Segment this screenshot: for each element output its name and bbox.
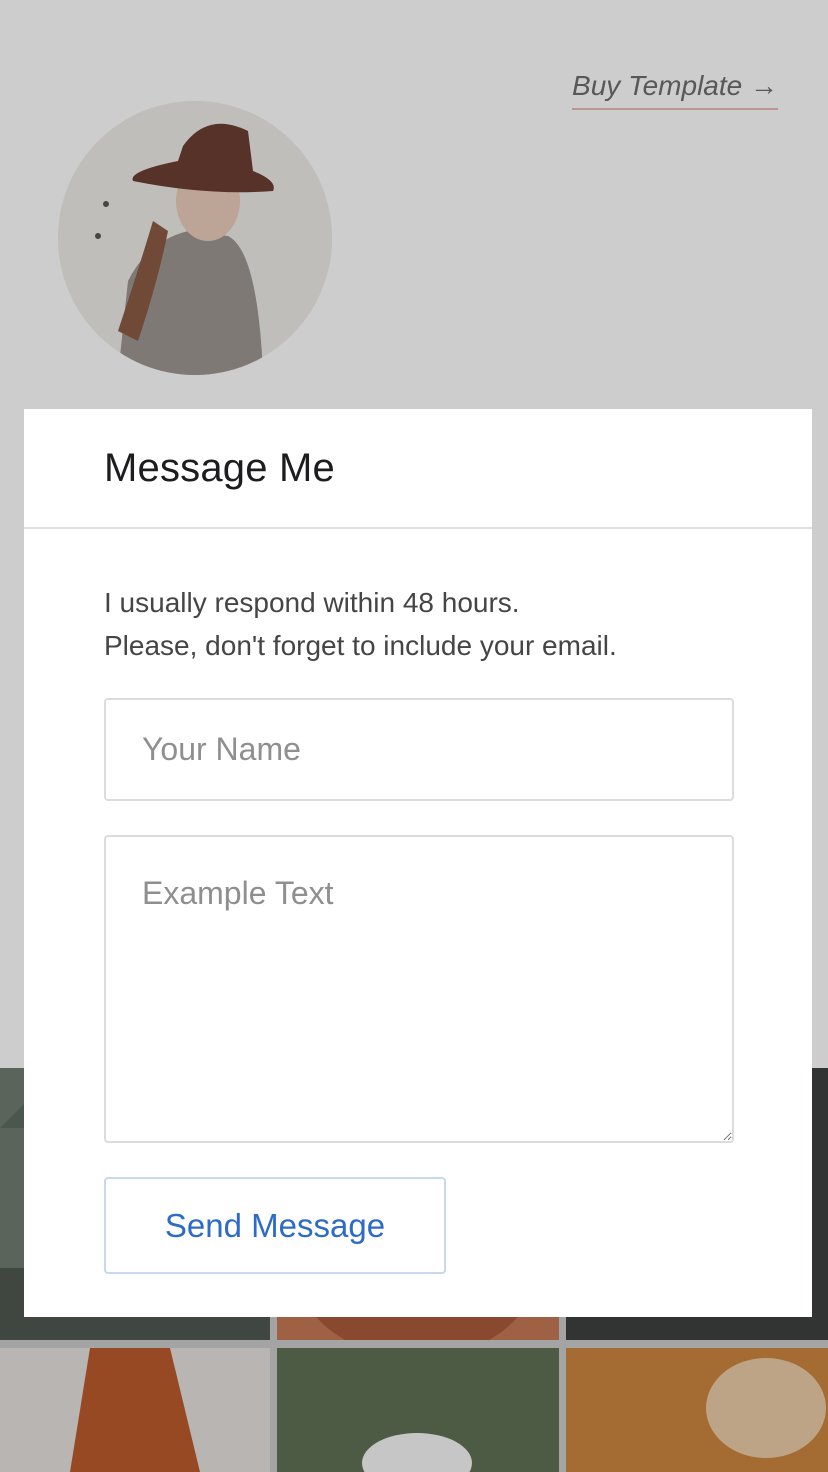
intro-line: I usually respond within 48 hours. xyxy=(104,587,520,618)
send-message-button[interactable]: Send Message xyxy=(104,1177,446,1274)
message-modal: Message Me I usually respond within 48 h… xyxy=(24,409,812,1317)
intro-text: I usually respond within 48 hours. Pleas… xyxy=(104,581,732,667)
name-input[interactable] xyxy=(104,698,734,801)
modal-header: Message Me xyxy=(24,409,812,529)
modal-body: I usually respond within 48 hours. Pleas… xyxy=(24,529,812,1274)
modal-title: Message Me xyxy=(104,445,335,490)
intro-line: Please, don't forget to include your ema… xyxy=(104,630,617,661)
message-textarea[interactable] xyxy=(104,835,734,1143)
